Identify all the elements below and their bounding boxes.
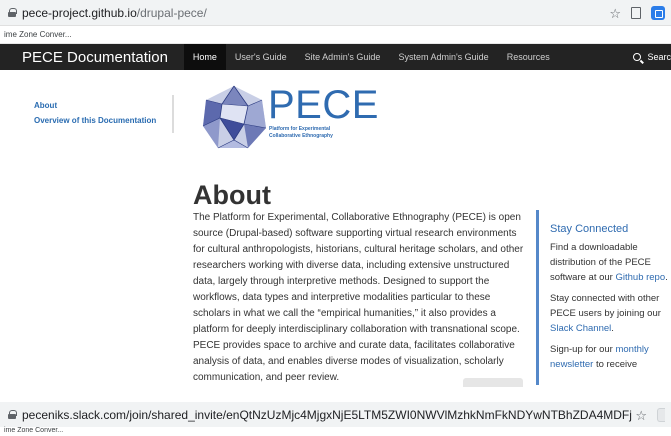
about-paragraph: The Platform for Experimental, Collabora…: [193, 212, 524, 383]
browser-address-bar[interactable]: pece-project.github.io/drupal-pece/ ☆: [0, 0, 671, 26]
bookmark-star-icon[interactable]: ☆: [609, 7, 621, 20]
aside-text: Stay connected with other PECE users by …: [550, 293, 661, 319]
browser-toolbar-icons-bottom: ☆: [635, 402, 671, 428]
bookmarks-bar: ime Zone Conver...: [0, 26, 671, 44]
lock-icon: [8, 8, 17, 17]
logo-subtitle: Platform for Experimental Collaborative …: [269, 126, 333, 140]
url-host: pece-project.github.io: [22, 5, 137, 20]
nav-link-resources[interactable]: Resources: [498, 44, 559, 70]
aside-title: Stay Connected: [550, 223, 629, 235]
nav-link-system-admins-guide[interactable]: System Admin's Guide: [389, 44, 497, 70]
pece-logo-mark: [202, 85, 267, 149]
reader-icon[interactable]: [631, 7, 641, 19]
pece-logo: PECE Platform for Experimental Collabora…: [200, 84, 378, 154]
search-label: Searc: [647, 52, 671, 62]
extension-icon[interactable]: [651, 6, 665, 20]
site-navbar: PECE Documentation Home User's Guide Sit…: [0, 44, 671, 70]
slack-channel-link[interactable]: Slack Channel: [550, 323, 611, 334]
nav-link-home[interactable]: Home: [183, 44, 226, 70]
extension-icon[interactable]: [657, 408, 665, 422]
search-icon: [633, 53, 642, 61]
bookmark-item[interactable]: ime Zone Conver...: [4, 427, 63, 434]
address-url-bottom[interactable]: peceniks.slack.com/join/shared_invite/en…: [22, 408, 632, 422]
github-repo-link[interactable]: Github repo: [615, 272, 665, 283]
browser-address-bar-bottom[interactable]: peceniks.slack.com/join/shared_invite/en…: [0, 402, 671, 428]
nav-link-users-guide[interactable]: User's Guide: [226, 44, 296, 70]
page-title: About: [193, 180, 271, 210]
aside-text: Sign-up for our: [550, 344, 616, 355]
logo-subtitle-line: Platform for Experimental: [269, 126, 331, 132]
stay-connected-panel: Stay Connected Find a downloadable distr…: [536, 210, 671, 385]
sidebar-nav: About Overview of this Documentation: [23, 95, 174, 133]
search-link[interactable]: Searc: [633, 44, 671, 70]
url-path: /drupal-pece/: [136, 5, 207, 20]
aside-newsletter-text: Sign-up for our monthly newsletter to re…: [550, 342, 671, 372]
address-url[interactable]: pece-project.github.io/drupal-pece/: [22, 6, 207, 20]
logo-subtitle-line: Collaborative Ethnography: [269, 133, 333, 139]
bookmark-item[interactable]: ime Zone Conver...: [4, 30, 72, 39]
navbar-brand[interactable]: PECE Documentation: [0, 49, 184, 66]
sidebar-item-overview[interactable]: Overview of this Documentation: [34, 116, 156, 125]
bookmarks-bar-bottom: ime Zone Conver...: [0, 427, 671, 436]
nav-link-site-admins-guide[interactable]: Site Admin's Guide: [296, 44, 390, 70]
aside-slack-text: Stay connected with other PECE users by …: [550, 291, 671, 336]
browser-toolbar-icons: ☆: [609, 0, 671, 26]
aside-github-text: Find a downloadable distribution of the …: [550, 240, 671, 285]
sidebar-item-about[interactable]: About: [34, 101, 57, 110]
aside-text: to receive: [593, 359, 638, 370]
back-to-top-button[interactable]: [463, 378, 523, 387]
lock-icon: [8, 410, 17, 419]
aside-text: .: [611, 323, 614, 334]
aside-text: .: [665, 272, 668, 283]
bookmark-star-icon[interactable]: ☆: [635, 409, 647, 422]
logo-title: PECE: [268, 83, 379, 127]
